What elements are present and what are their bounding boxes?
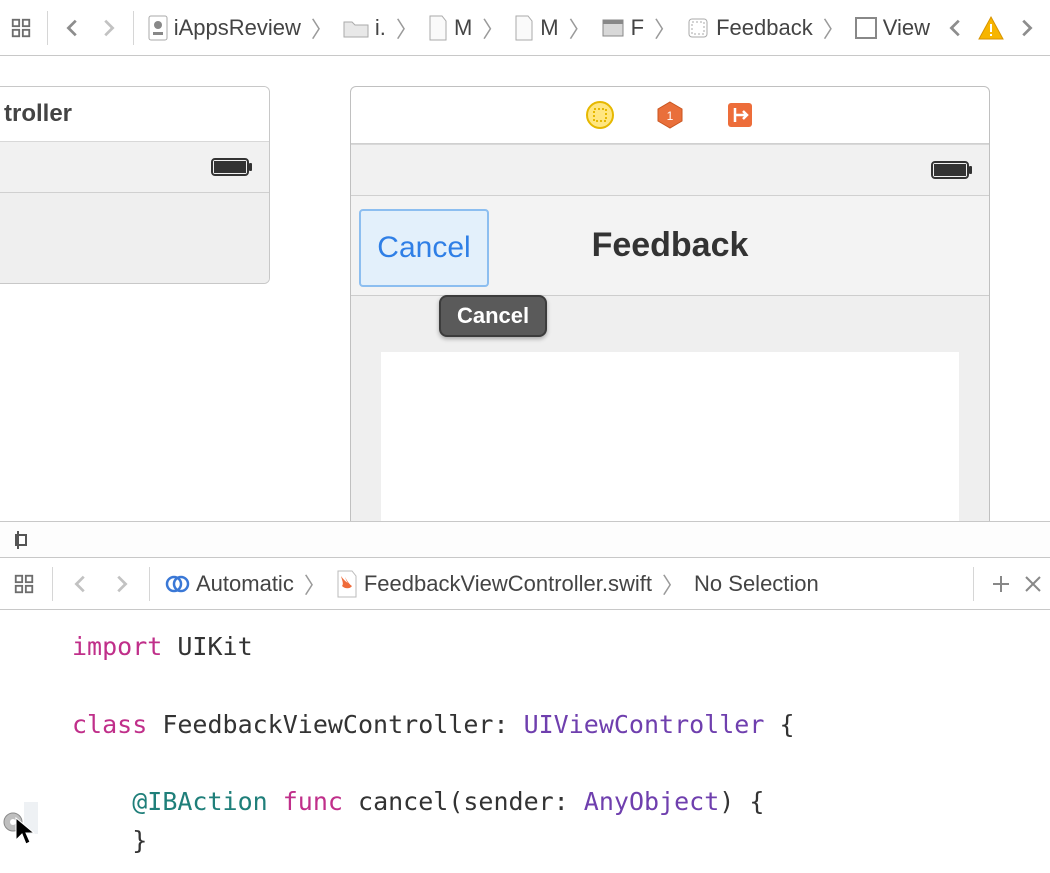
interface-builder-canvas[interactable]: troller 1 xyxy=(0,56,1050,558)
assistant-selection[interactable]: No Selection xyxy=(690,571,823,597)
chevron-right-icon: 〉 xyxy=(480,12,506,44)
canvas-filter-bar xyxy=(0,521,1050,557)
scene-body xyxy=(0,193,269,283)
nav-bar-title: Feedback xyxy=(592,226,749,265)
file-icon xyxy=(428,15,448,41)
status-bar xyxy=(351,144,989,196)
breadcrumb-item-folder[interactable]: i. xyxy=(339,15,390,41)
tooltip-text: Cancel xyxy=(457,303,529,328)
chevron-right-icon: 〉 xyxy=(660,568,686,600)
scene-title-partial: troller xyxy=(0,87,269,141)
add-assistant-icon[interactable] xyxy=(990,573,1012,595)
code-token: class xyxy=(72,710,147,739)
related-items-icon[interactable] xyxy=(6,10,37,46)
svg-text:1: 1 xyxy=(667,109,674,123)
back-button[interactable] xyxy=(63,566,99,602)
scene-dock: 1 xyxy=(351,87,989,143)
separator xyxy=(133,11,134,45)
back-button[interactable] xyxy=(58,10,89,46)
breadcrumb-label: View xyxy=(883,15,930,41)
battery-icon xyxy=(211,158,253,176)
assistant-file[interactable]: FeedbackViewController.swift xyxy=(332,570,656,598)
code-token: { xyxy=(764,710,794,739)
assistant-mode[interactable]: Automatic xyxy=(160,571,298,597)
editor-gutter[interactable] xyxy=(0,610,50,870)
code-token: UIKit xyxy=(162,632,252,661)
folder-icon xyxy=(343,18,369,38)
file-icon xyxy=(514,15,534,41)
warning-icon[interactable] xyxy=(978,15,1004,41)
storyboard-icon xyxy=(601,16,625,40)
issues-back-button[interactable] xyxy=(938,10,974,46)
separator xyxy=(149,567,150,601)
view-controller-icon[interactable] xyxy=(585,100,615,130)
breadcrumb-item-storyboard[interactable]: F xyxy=(597,15,648,41)
chevron-right-icon: 〉 xyxy=(302,568,328,600)
view-icon xyxy=(855,17,877,39)
separator xyxy=(52,567,53,601)
swift-file-icon xyxy=(336,570,358,598)
exit-icon[interactable] xyxy=(725,100,755,130)
scene-icon xyxy=(686,16,710,40)
assistant-selection-label: No Selection xyxy=(694,571,819,597)
app-icon xyxy=(148,15,168,41)
breadcrumb-label: F xyxy=(631,15,644,41)
breadcrumb-item-view[interactable]: View xyxy=(851,15,934,41)
cancel-button-label: Cancel xyxy=(377,231,470,265)
code-token: UIViewController xyxy=(524,710,765,739)
assistant-mode-label: Automatic xyxy=(196,571,294,597)
code-token: func xyxy=(283,787,343,816)
breadcrumb-item-file[interactable]: M xyxy=(510,15,562,41)
nav-title-text: Feedback xyxy=(592,226,749,264)
code-token: AnyObject xyxy=(584,787,719,816)
code-token: FeedbackViewController: xyxy=(147,710,523,739)
forward-button[interactable] xyxy=(103,566,139,602)
chevron-right-icon: 〉 xyxy=(821,12,847,44)
scene-title-text: troller xyxy=(4,100,72,128)
separator xyxy=(47,11,48,45)
status-bar xyxy=(0,141,269,193)
breadcrumb-label: iAppsReview xyxy=(174,15,301,41)
code-token: ) { xyxy=(719,787,764,816)
forward-button[interactable] xyxy=(92,10,123,46)
chevron-right-icon: 〉 xyxy=(652,12,678,44)
navigation-bar[interactable]: Cancel Cancel Feedback xyxy=(351,196,989,296)
mouse-cursor-icon xyxy=(14,816,38,846)
assistant-file-label: FeedbackViewController.swift xyxy=(364,571,652,597)
battery-icon xyxy=(931,161,973,179)
breadcrumb-label: Feedback xyxy=(716,15,813,41)
drag-tooltip: Cancel xyxy=(439,295,547,337)
code-token: @IBAction xyxy=(132,787,267,816)
cancel-button[interactable]: Cancel xyxy=(359,209,489,287)
code-token: import xyxy=(72,632,162,661)
canvas-jump-bar: iAppsReview 〉 i. 〉 M 〉 M 〉 F 〉 Feedback … xyxy=(0,0,1050,56)
code-token: } xyxy=(72,826,147,855)
first-responder-icon[interactable]: 1 xyxy=(655,100,685,130)
scene-feedback[interactable]: 1 Cancel Cancel Feedback xyxy=(350,86,990,558)
close-assistant-icon[interactable] xyxy=(1022,573,1044,595)
breadcrumb-label: i. xyxy=(375,15,386,41)
scene-left-partial[interactable]: troller xyxy=(0,86,270,284)
source-code[interactable]: import UIKit class FeedbackViewControlle… xyxy=(50,610,795,870)
separator xyxy=(973,567,974,601)
breadcrumb-label: M xyxy=(540,15,558,41)
chevron-right-icon: 〉 xyxy=(394,12,420,44)
filter-icon[interactable] xyxy=(10,529,32,551)
source-editor[interactable]: import UIKit class FeedbackViewControlle… xyxy=(0,610,1050,870)
code-token: cancel(sender: xyxy=(343,787,584,816)
issues-forward-button[interactable] xyxy=(1008,10,1044,46)
breadcrumb-item-file[interactable]: M xyxy=(424,15,476,41)
related-items-icon[interactable] xyxy=(6,566,42,602)
breadcrumb-item-scene[interactable]: Feedback xyxy=(682,15,817,41)
chevron-right-icon: 〉 xyxy=(567,12,593,44)
assistant-jump-bar: Automatic 〉 FeedbackViewController.swift… xyxy=(0,558,1050,610)
breadcrumb-item-project[interactable]: iAppsReview xyxy=(144,15,305,41)
breadcrumb-label: M xyxy=(454,15,472,41)
chevron-right-icon: 〉 xyxy=(309,12,335,44)
counterparts-icon xyxy=(164,571,190,597)
